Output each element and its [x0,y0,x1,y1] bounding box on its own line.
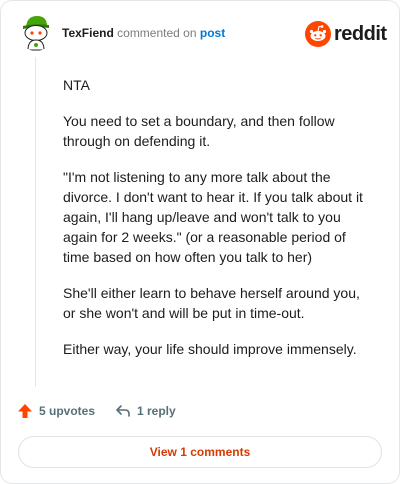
reply-count: 1 reply [137,404,176,418]
view-comments-button[interactable]: View 1 comments [18,436,382,468]
comment-card: TexFiend commented on post reddit NTA Yo… [0,0,400,484]
post-link[interactable]: post [200,26,225,40]
comment-header: TexFiend commented on post reddit [17,13,387,53]
comment-paragraph: Either way, your life should improve imm… [63,341,357,357]
snoo-avatar-icon [23,16,49,51]
reddit-logo-icon [305,21,331,47]
comment-paragraph: "I'm not listening to any more talk abou… [63,169,363,265]
upvote-arrow-icon [18,404,32,418]
comment-actions: 5 upvotes 1 reply [17,401,377,421]
reply-arrow-icon [116,405,130,417]
comment-paragraph: You need to set a boundary, and then fol… [63,113,335,149]
comment-meta: TexFiend commented on post [62,26,225,40]
comment-body: NTA You need to set a boundary, and then… [63,75,373,375]
comment-paragraph: NTA [63,77,90,93]
reddit-wordmark: reddit [334,23,387,45]
thread-line[interactable] [35,57,36,387]
username-link[interactable]: TexFiend [62,26,114,40]
avatar[interactable] [17,13,55,51]
reply-button[interactable]: 1 reply [115,401,176,421]
upvote-button[interactable]: 5 upvotes [17,401,95,421]
reddit-logo[interactable]: reddit [305,21,387,47]
action-text: commented on [117,26,197,40]
upvote-count: 5 upvotes [39,404,96,418]
comment-paragraph: She'll either learn to behave herself ar… [63,285,360,321]
